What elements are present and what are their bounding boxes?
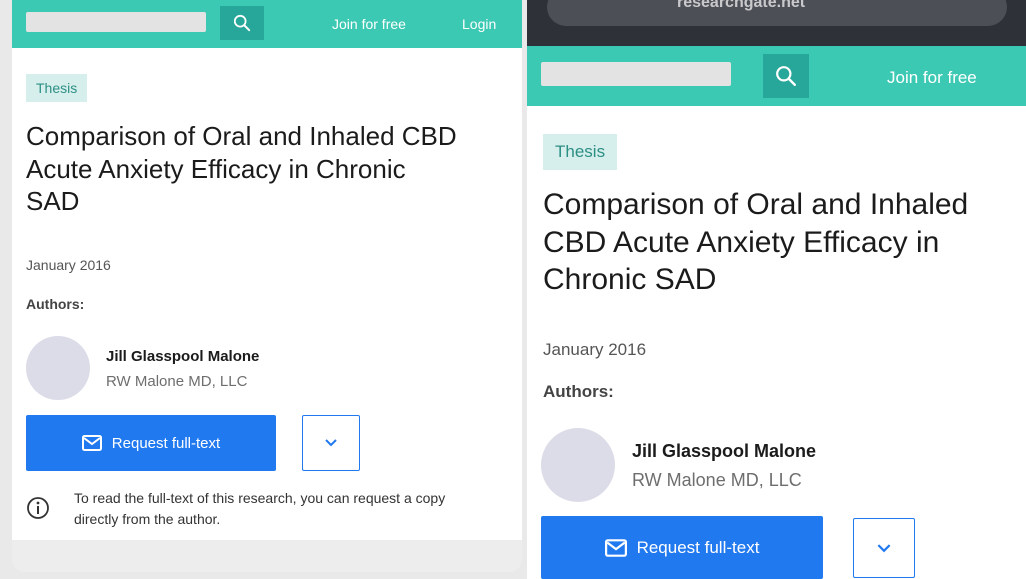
mail-icon (81, 435, 102, 451)
left-screenshot: Join for free Login Thesis Comparison of… (12, 0, 522, 572)
mail-icon (604, 538, 627, 557)
right-screenshot: researchgate.net Join for free Thesis Co… (527, 0, 1026, 579)
search-button[interactable] (220, 6, 264, 40)
search-input[interactable] (26, 12, 206, 32)
info-icon (27, 497, 49, 519)
publication-type-badge: Thesis (26, 74, 88, 102)
search-icon (776, 66, 797, 87)
author-name[interactable]: Jill Glasspool Malone (632, 441, 816, 462)
publication-date: January 2016 (543, 340, 647, 359)
join-for-free-link[interactable]: Join for free (332, 16, 406, 32)
chevron-down-icon (877, 543, 891, 552)
author-affiliation: RW Malone MD, LLC (106, 373, 248, 390)
search-button[interactable] (763, 54, 809, 98)
join-for-free-link[interactable]: Join for free (887, 68, 977, 88)
full-text-info-message: To read the full-text of this research, … (74, 490, 446, 527)
browser-address-bar: researchgate.net (527, 0, 1026, 46)
authors-heading: Authors: (26, 296, 85, 312)
author-avatar[interactable] (541, 428, 615, 502)
footer-divider (12, 540, 522, 572)
publication-type-badge: Thesis (543, 134, 618, 170)
login-link[interactable]: Login (462, 16, 496, 32)
publication-title: Comparison of Oral and Inhaled CBD Acute… (543, 188, 969, 296)
request-full-text-label: Request full-text (636, 537, 760, 557)
author-affiliation: RW Malone MD, LLC (632, 470, 802, 490)
author-avatar[interactable] (26, 336, 90, 400)
url-text: researchgate.net (677, 0, 806, 11)
top-nav-bar: Join for free (527, 46, 1026, 106)
request-full-text-label: Request full-text (111, 434, 221, 452)
search-icon (233, 14, 251, 32)
more-options-button[interactable] (853, 518, 915, 578)
publication-date: January 2016 (26, 257, 111, 273)
author-name[interactable]: Jill Glasspool Malone (106, 348, 259, 365)
publication-title: Comparison of Oral and Inhaled CBD Acute… (26, 121, 457, 216)
authors-heading: Authors: (543, 382, 614, 401)
more-options-button[interactable] (302, 415, 360, 471)
chevron-down-icon (325, 439, 337, 447)
top-nav-bar: Join for free Login (12, 0, 522, 48)
request-full-text-button[interactable]: Request full-text (541, 516, 823, 579)
search-input[interactable] (541, 62, 731, 86)
request-full-text-button[interactable]: Request full-text (26, 415, 276, 471)
